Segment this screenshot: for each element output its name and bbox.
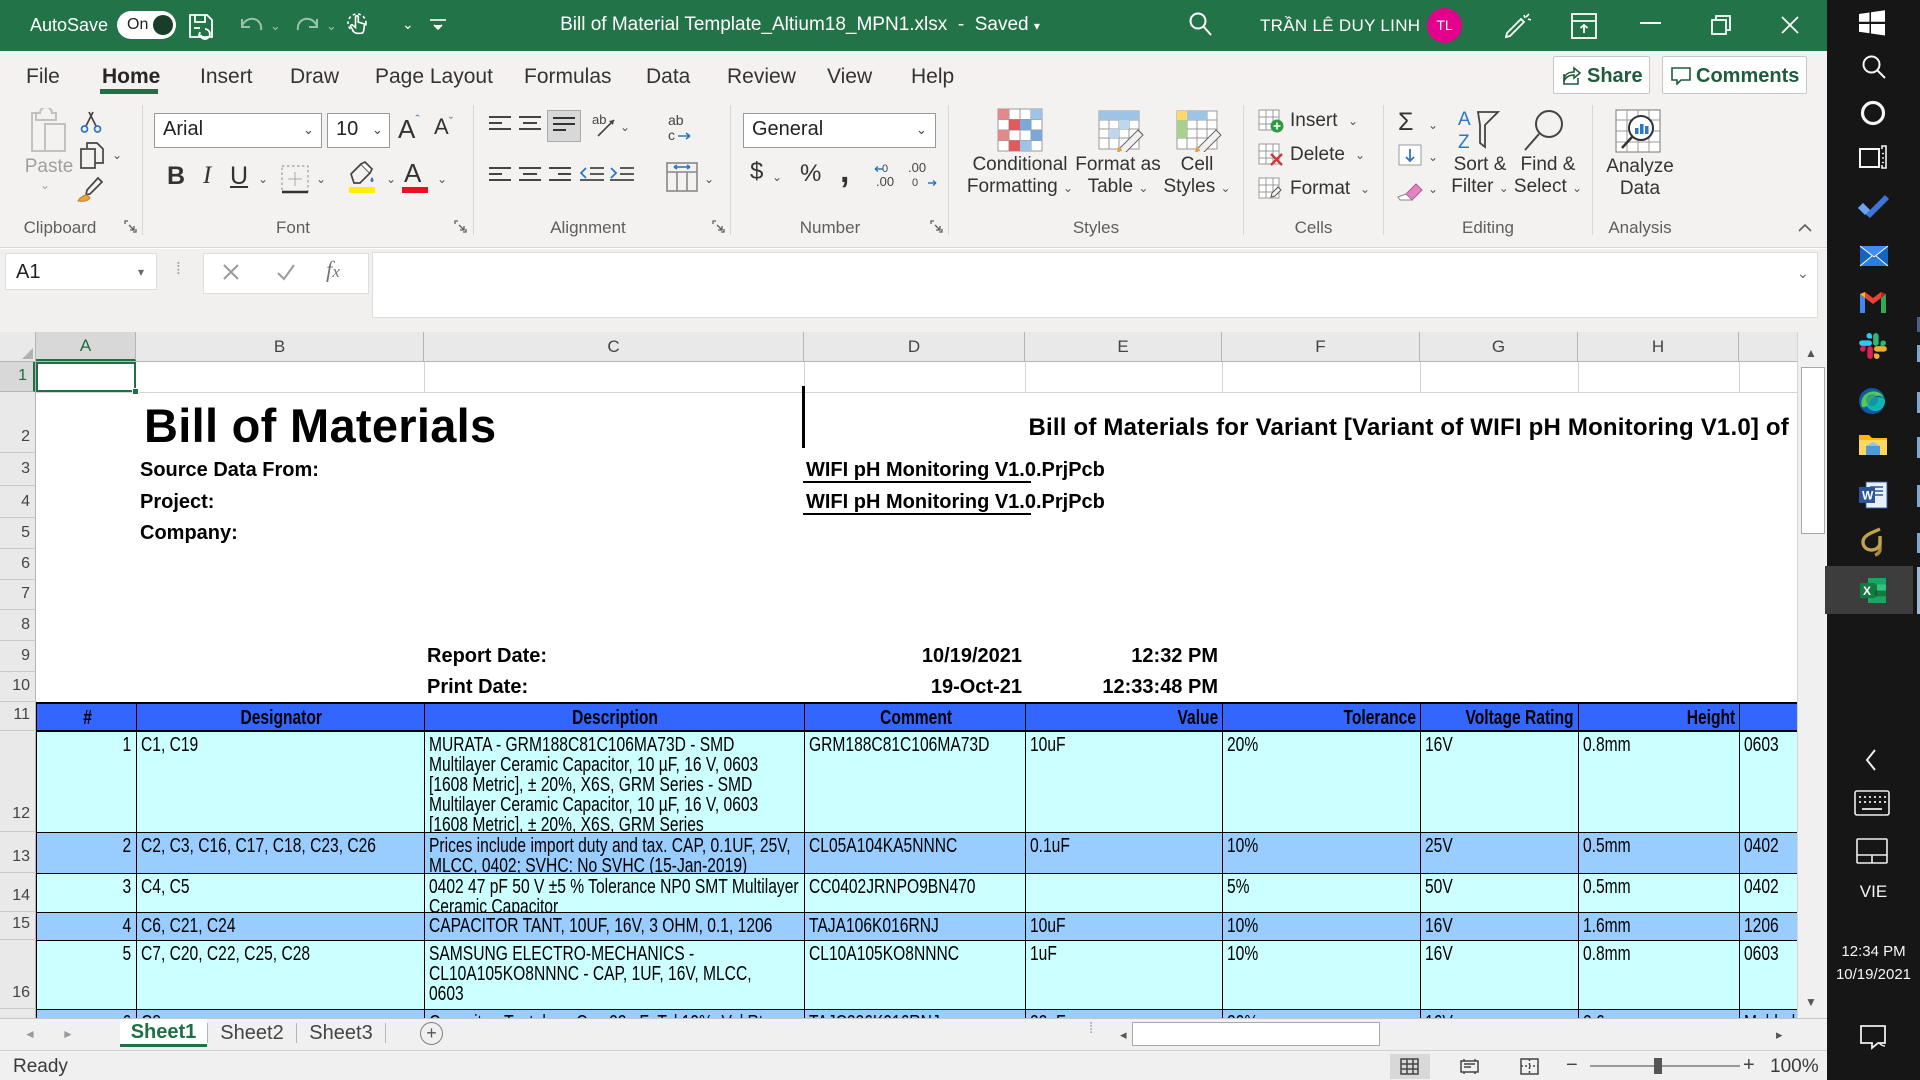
svg-text:A: A	[1458, 109, 1471, 130]
svg-text:0: 0	[912, 177, 918, 189]
svg-text:ab: ab	[668, 112, 684, 128]
svg-text:Z: Z	[1458, 132, 1470, 153]
svg-text:c: c	[668, 127, 675, 142]
svg-text:X: X	[1863, 584, 1871, 598]
svg-text:.00: .00	[876, 174, 894, 189]
svg-text:W: W	[1862, 489, 1874, 503]
svg-text:ab: ab	[592, 112, 606, 127]
svg-text:.00: .00	[908, 162, 926, 175]
